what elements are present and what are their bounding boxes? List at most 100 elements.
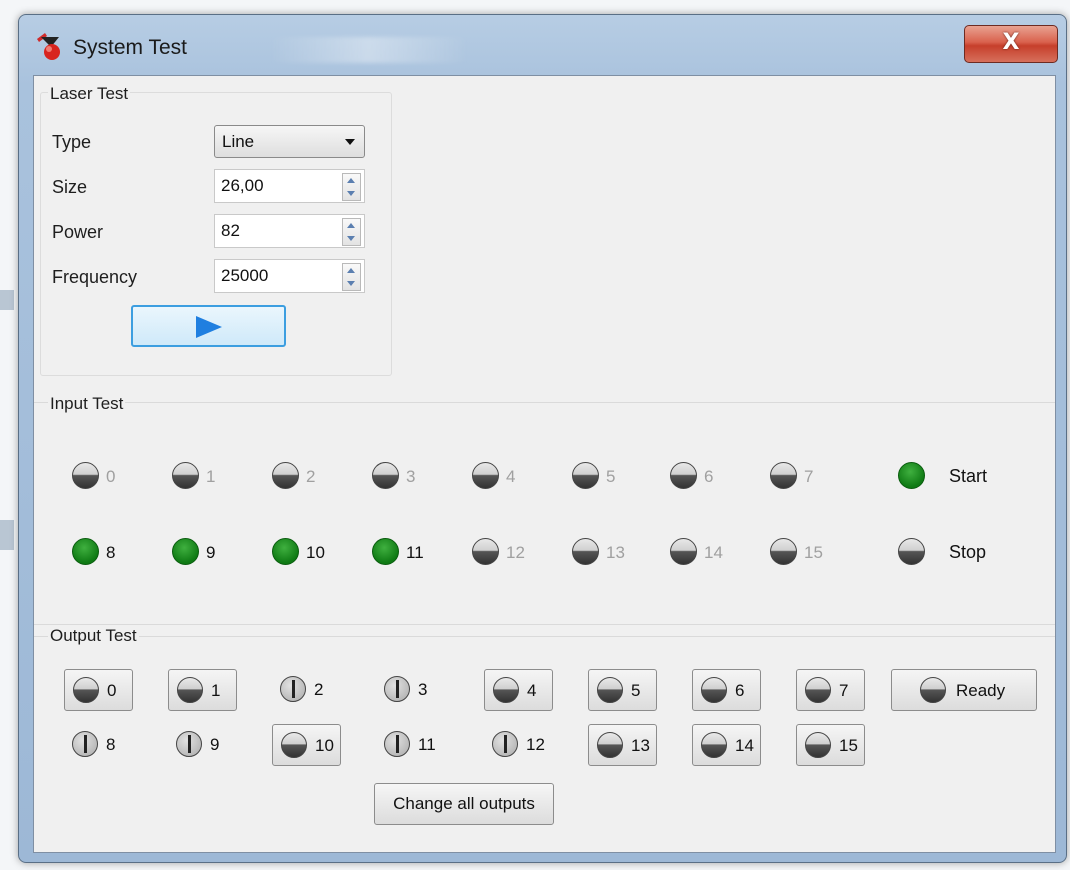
- arrow-down-icon[interactable]: [347, 281, 355, 286]
- output-state-icon: [492, 731, 518, 757]
- input-13-label: 13: [606, 543, 625, 562]
- output-state-icon: [72, 731, 98, 757]
- output-10-label: 10: [315, 736, 334, 755]
- arrow-up-icon[interactable]: [347, 178, 355, 183]
- output-3-toggle[interactable]: 3: [376, 669, 445, 711]
- output-6-toggle[interactable]: 6: [692, 669, 761, 711]
- close-icon: X: [1002, 30, 1020, 55]
- output-state-icon: [176, 731, 202, 757]
- output-9-label: 9: [210, 735, 220, 754]
- power-spinbox[interactable]: 82: [214, 214, 365, 248]
- output-12-label: 12: [526, 735, 545, 754]
- system-test-dialog: System Test X Laser Test Type Line Size …: [18, 14, 1067, 863]
- input-8-indicator: [72, 538, 99, 565]
- frequency-spinbox[interactable]: 25000: [214, 259, 365, 293]
- size-spinbox[interactable]: 26,00: [214, 169, 365, 203]
- output-15-toggle[interactable]: 15: [796, 724, 865, 766]
- laser-test-title: Laser Test: [48, 84, 131, 104]
- output-10-toggle[interactable]: 10: [272, 724, 341, 766]
- output-8-toggle[interactable]: 8: [64, 724, 133, 766]
- output-13-toggle[interactable]: 13: [588, 724, 657, 766]
- background-tab-reflection: [269, 37, 469, 63]
- size-label: Size: [52, 177, 88, 197]
- output-14-toggle[interactable]: 14: [692, 724, 761, 766]
- type-select[interactable]: Line: [214, 125, 365, 158]
- output-7-label: 7: [839, 681, 849, 700]
- output-5-toggle[interactable]: 5: [588, 669, 657, 711]
- output-1-toggle[interactable]: 1: [168, 669, 237, 711]
- input-3-label: 3: [406, 467, 416, 486]
- input-0-indicator: [72, 462, 99, 489]
- divider: [34, 624, 1055, 625]
- stop-label: Stop: [949, 542, 987, 562]
- output-state-icon: [701, 677, 727, 703]
- input-1-label: 1: [206, 467, 216, 486]
- type-label: Type: [52, 132, 92, 152]
- power-stepper[interactable]: [342, 218, 361, 246]
- size-stepper[interactable]: [342, 173, 361, 201]
- output-state-icon: [384, 676, 410, 702]
- output-9-toggle[interactable]: 9: [168, 724, 237, 766]
- output-state-icon: [805, 677, 831, 703]
- output-2-toggle[interactable]: 2: [272, 669, 341, 711]
- frequency-value: 25000: [221, 266, 269, 285]
- output-7-toggle[interactable]: 7: [796, 669, 865, 711]
- start-label: Start: [949, 466, 988, 486]
- close-button[interactable]: X: [964, 25, 1058, 63]
- output-state-icon: [493, 677, 519, 703]
- divider: [34, 636, 1055, 637]
- output-6-label: 6: [735, 681, 745, 700]
- output-2-label: 2: [314, 680, 324, 699]
- output-state-icon: [805, 732, 831, 758]
- output-0-label: 0: [107, 681, 117, 700]
- output-state-icon: [281, 732, 307, 758]
- output-state-icon: [177, 677, 203, 703]
- input-3-indicator: [372, 462, 399, 489]
- input-7-label: 7: [804, 467, 814, 486]
- input-15-label: 15: [804, 543, 823, 562]
- output-state-icon: [701, 732, 727, 758]
- type-select-value: Line: [222, 132, 255, 151]
- background-strip: [0, 290, 14, 310]
- divider: [34, 402, 1055, 403]
- output-5-label: 5: [631, 681, 641, 700]
- output-state-icon: [280, 676, 306, 702]
- output-0-toggle[interactable]: 0: [64, 669, 133, 711]
- output-12-toggle[interactable]: 12: [484, 724, 553, 766]
- input-14-indicator: [670, 538, 697, 565]
- window-title: System Test: [73, 36, 187, 59]
- output-1-label: 1: [211, 681, 221, 700]
- frequency-label: Frequency: [52, 267, 138, 287]
- input-2-label: 2: [306, 467, 316, 486]
- input-13-indicator: [572, 538, 599, 565]
- output-11-toggle[interactable]: 11: [376, 724, 445, 766]
- arrow-down-icon[interactable]: [347, 236, 355, 241]
- frequency-stepper[interactable]: [342, 263, 361, 291]
- input-test-title: Input Test: [48, 394, 126, 414]
- background-strip: [0, 520, 14, 550]
- output-4-toggle[interactable]: 4: [484, 669, 553, 711]
- dialog-client-area: Laser Test Type Line Size 26,00 Power 82…: [33, 75, 1056, 853]
- ready-output-button[interactable]: Ready: [891, 669, 1037, 711]
- output-state-icon: [920, 677, 946, 703]
- output-4-label: 4: [527, 681, 537, 700]
- arrow-down-icon[interactable]: [347, 191, 355, 196]
- output-state-icon: [597, 677, 623, 703]
- run-laser-button[interactable]: [131, 305, 286, 347]
- input-6-indicator: [670, 462, 697, 489]
- arrow-up-icon[interactable]: [347, 268, 355, 273]
- arrow-up-icon[interactable]: [347, 223, 355, 228]
- input-9-label: 9: [206, 543, 216, 562]
- output-state-icon: [73, 677, 99, 703]
- input-7-indicator: [770, 462, 797, 489]
- output-test-title: Output Test: [48, 626, 139, 646]
- ready-label: Ready: [956, 681, 1006, 700]
- change-all-outputs-button[interactable]: Change all outputs: [374, 783, 554, 825]
- size-value: 26,00: [221, 176, 264, 195]
- input-9-indicator: [172, 538, 199, 565]
- output-15-label: 15: [839, 736, 858, 755]
- output-13-label: 13: [631, 736, 650, 755]
- title-bar[interactable]: System Test X: [19, 15, 1066, 75]
- input-11-indicator: [372, 538, 399, 565]
- chevron-down-icon: [345, 139, 355, 145]
